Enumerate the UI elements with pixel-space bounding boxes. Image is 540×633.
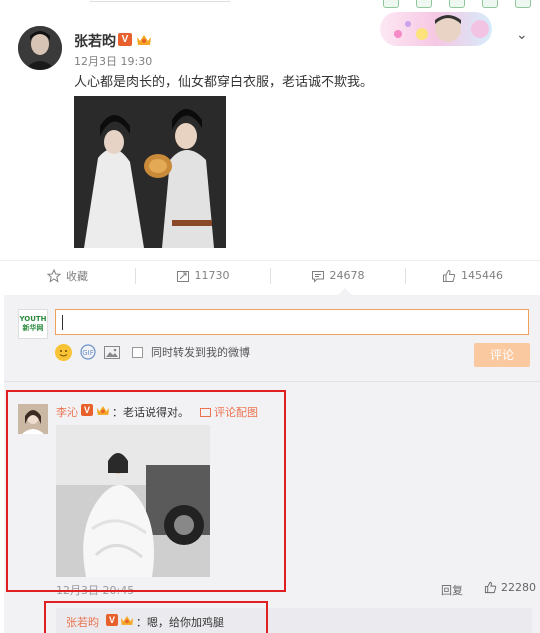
comment-pointer (338, 288, 352, 295)
reply-button[interactable]: 回复 (441, 582, 463, 598)
favorite-button[interactable]: 收藏 (0, 261, 135, 290)
divider (4, 381, 540, 382)
favorite-label: 收藏 (66, 269, 88, 283)
avatar-text-bottom: 新华网 (22, 324, 44, 332)
toolbar-button[interactable] (448, 0, 465, 8)
svg-text:GIF: GIF (82, 349, 94, 357)
top-rule (90, 0, 230, 2)
post-author-name[interactable]: 张若昀 (74, 31, 116, 51)
fan-crown-icon (137, 35, 151, 45)
comment-like-button[interactable]: 22280 (484, 581, 536, 594)
emoji-icon[interactable] (55, 343, 72, 361)
comment-button[interactable]: 24678 (270, 261, 405, 290)
post-author-avatar[interactable] (18, 26, 62, 70)
post-text: 人心都是肉长的，仙女都穿白衣服，老话诚不欺我。 (74, 75, 374, 90)
toolbar-button[interactable] (482, 0, 499, 8)
like-button[interactable]: 145446 (405, 261, 540, 290)
composer-tools: GIF 同时转发到我的微博 (55, 343, 250, 361)
current-user-avatar[interactable]: YOUTH 新华网 (18, 309, 48, 339)
comment-like-count: 22280 (501, 581, 536, 594)
submit-comment-button[interactable]: 评论 (474, 343, 530, 367)
repost-count: 11730 (194, 269, 230, 282)
top-toolbar (374, 0, 540, 8)
star-icon (47, 268, 61, 283)
toolbar-button[interactable] (415, 0, 432, 8)
toolbar-button[interactable] (515, 0, 532, 8)
repost-icon (176, 270, 189, 282)
text-cursor (62, 315, 63, 330)
comment-icon (311, 270, 324, 283)
comment-input[interactable] (55, 309, 529, 335)
image-icon[interactable] (104, 345, 120, 359)
like-count: 145446 (461, 269, 503, 282)
chevron-down-icon[interactable]: ⌄ (516, 27, 528, 43)
comment-count: 24678 (329, 269, 365, 282)
repost-option-label[interactable]: 同时转发到我的微博 (151, 344, 250, 360)
post-action-bar: 收藏 11730 24678 145446 (0, 260, 540, 290)
avatar-text-top: YOUTH (19, 315, 47, 323)
toolbar-button[interactable] (382, 0, 399, 8)
post-image[interactable] (74, 96, 226, 248)
thumbs-up-icon (443, 269, 456, 282)
highlight-annotation (6, 390, 286, 592)
post-timestamp[interactable]: 12月3日 19:30 (74, 53, 152, 69)
vip-badge-icon: V (118, 33, 132, 46)
repost-button[interactable]: 11730 (135, 261, 270, 290)
highlight-annotation (44, 601, 268, 633)
repost-checkbox[interactable] (132, 346, 143, 358)
thumbs-up-icon (484, 581, 497, 594)
topic-icon[interactable]: GIF (80, 344, 96, 360)
decorative-banner[interactable] (380, 12, 492, 46)
